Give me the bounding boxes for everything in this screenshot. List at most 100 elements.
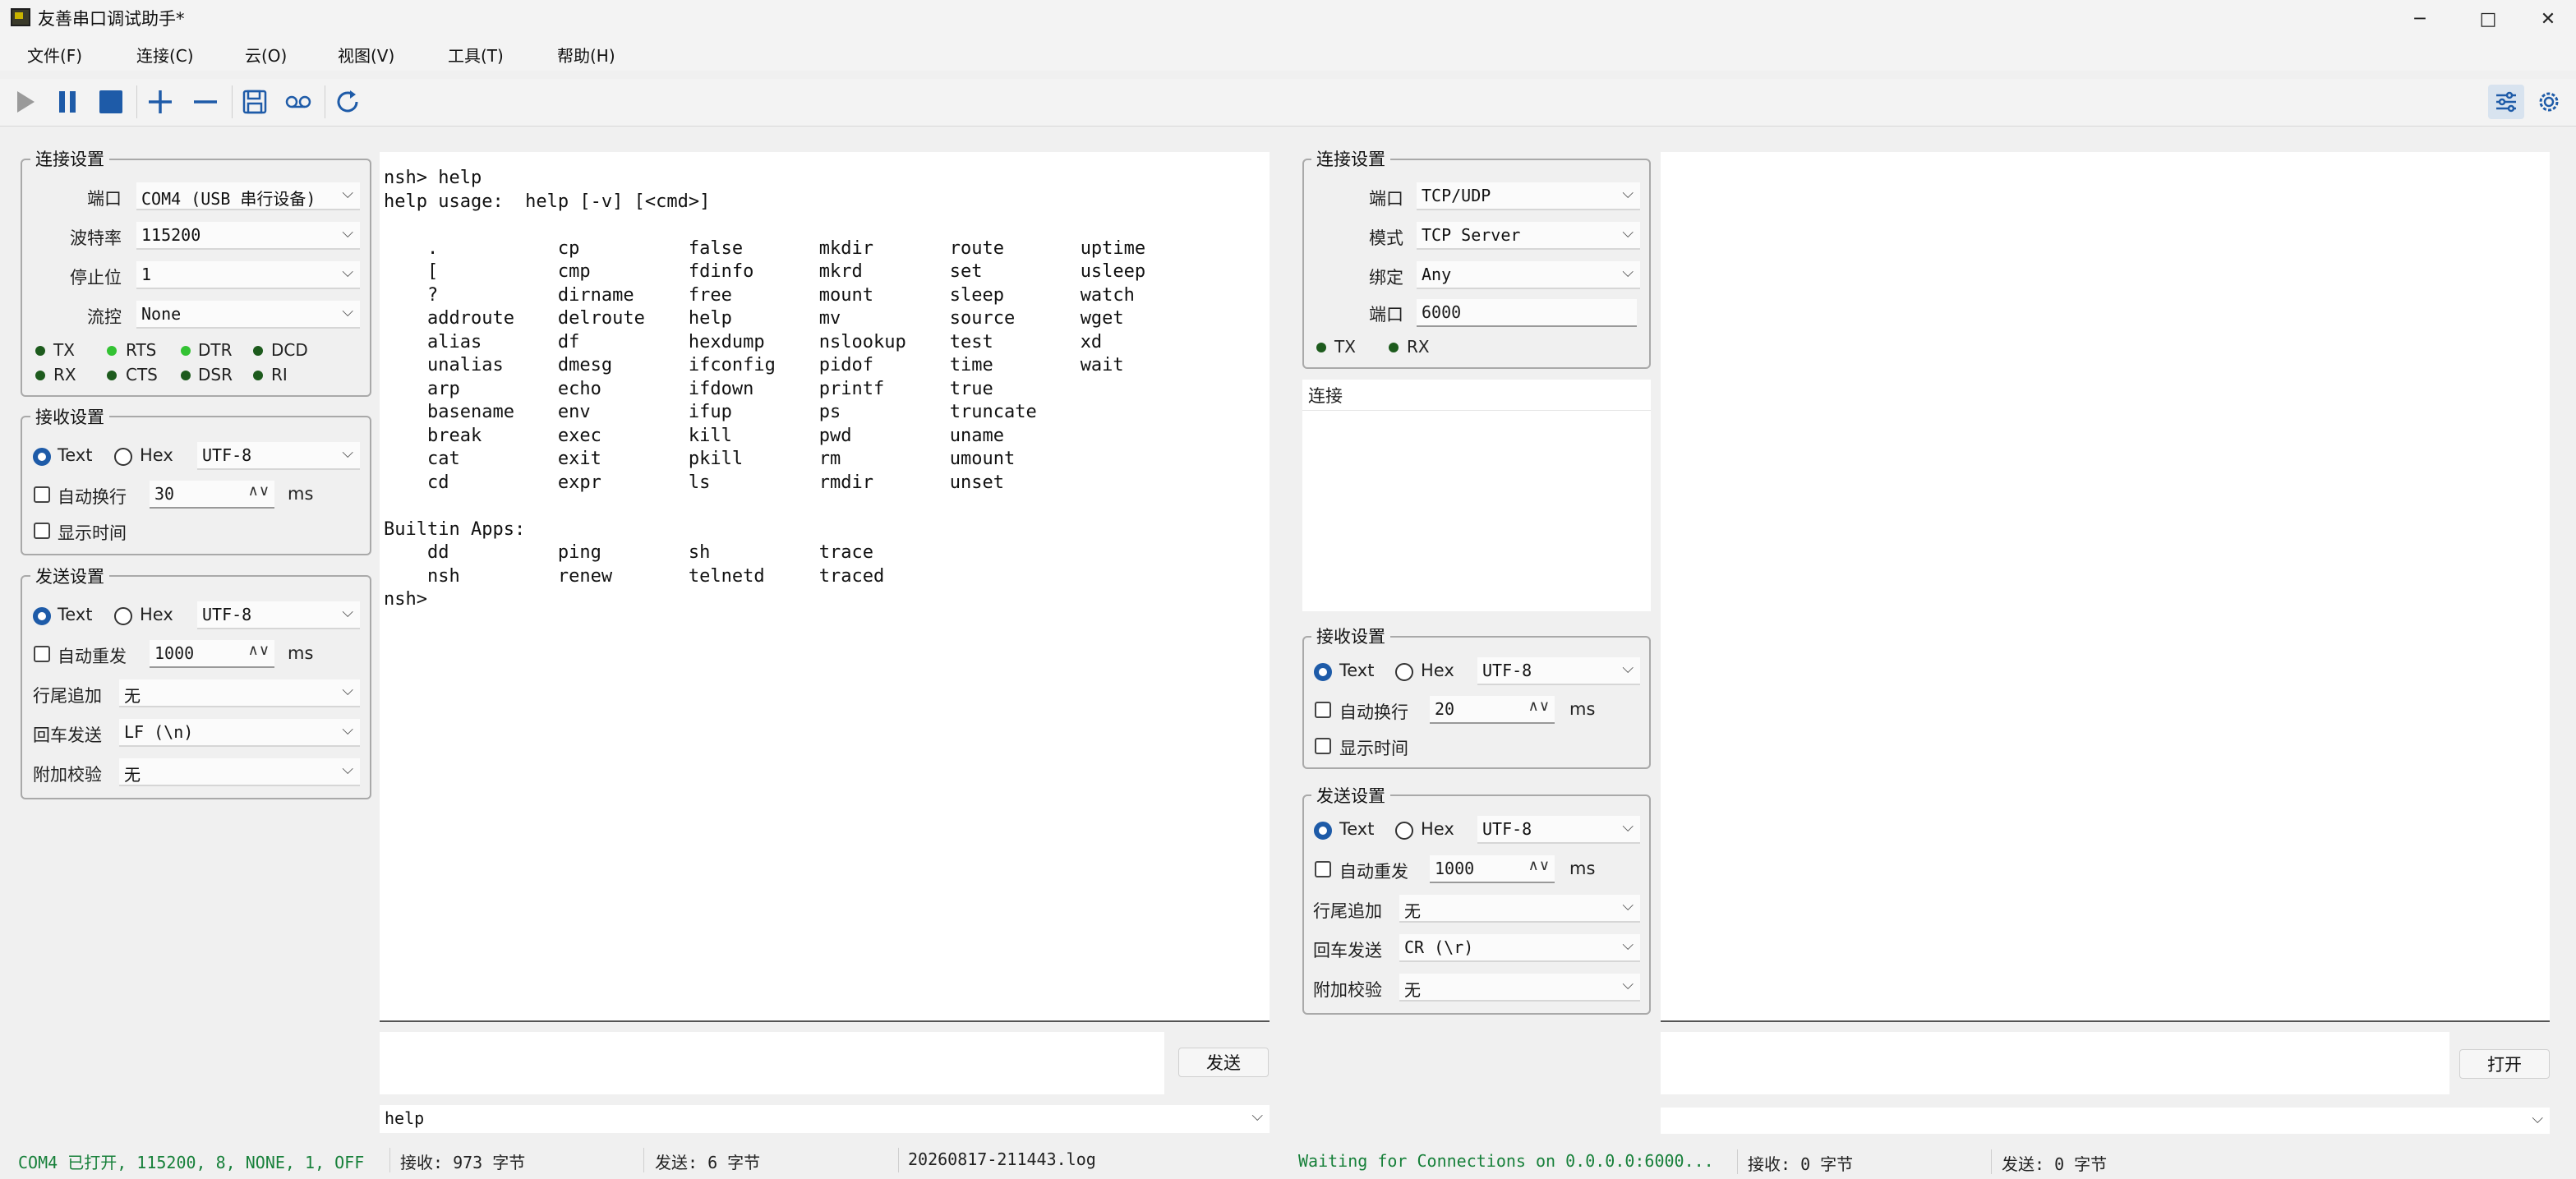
menu-help[interactable]: 帮助(H)	[557, 43, 615, 67]
minimize-icon[interactable]: ─	[2391, 0, 2449, 38]
send-button[interactable]: 发送	[1178, 1048, 1269, 1077]
send-hex-radio[interactable]	[114, 607, 132, 625]
tx-label: TX	[53, 340, 75, 360]
r-checksum-select[interactable]: 无 ⌵	[1399, 974, 1640, 1002]
status-separator	[389, 1148, 390, 1172]
status-separator	[1737, 1149, 1738, 1174]
dsr-label: DSR	[198, 365, 233, 385]
ri-led	[253, 371, 263, 380]
r-enter-select[interactable]: CR (\r) ⌵	[1399, 934, 1640, 962]
ms-label: ms	[288, 484, 314, 504]
rx-label: RX	[53, 365, 76, 385]
r-recv-wrap-label: 自动换行	[1339, 702, 1408, 722]
r-send-text-radio[interactable]	[1314, 822, 1332, 840]
record-icon[interactable]	[280, 85, 316, 119]
r-port-select[interactable]: TCP/UDP ⌵	[1417, 182, 1640, 210]
dcd-led	[253, 346, 263, 356]
right-recv-count: 接收: 0 字节	[1748, 1154, 1854, 1174]
menu-tools[interactable]: 工具(T)	[448, 43, 504, 67]
r-recv-hex-radio[interactable]	[1395, 663, 1413, 681]
save-icon[interactable]	[237, 85, 273, 119]
group-title: 发送设置	[1311, 783, 1390, 808]
r-history-combo[interactable]: ⌵	[1661, 1108, 2550, 1134]
connection-list[interactable]	[1302, 380, 1651, 611]
send-input[interactable]	[380, 1032, 1164, 1094]
r-eol-select[interactable]: 无 ⌵	[1399, 895, 1640, 923]
send-hex-label: Hex	[140, 605, 173, 624]
rts-led	[107, 346, 117, 356]
send-repeat-checkbox[interactable]	[34, 646, 50, 662]
r-tx-label: TX	[1334, 337, 1356, 357]
recv-wrap-label: 自动换行	[58, 487, 127, 507]
recv-show-time-checkbox[interactable]	[34, 523, 50, 539]
send-encoding-select[interactable]: UTF-8 ⌵	[197, 601, 360, 629]
ri-label: RI	[271, 365, 288, 385]
stopbits-select[interactable]: 1 ⌵	[136, 261, 360, 289]
r-send-encoding-select[interactable]: UTF-8 ⌵	[1477, 816, 1640, 844]
enter-select[interactable]: LF (\n) ⌵	[119, 719, 360, 747]
group-title: 发送设置	[30, 564, 109, 588]
settings-sliders-icon[interactable]	[2488, 85, 2524, 119]
r-recv-show-time-checkbox[interactable]	[1315, 738, 1331, 754]
play-icon[interactable]	[7, 85, 43, 119]
send-repeat-label: 自动重发	[58, 647, 127, 666]
mode-label: 模式	[1369, 228, 1403, 248]
flow-select[interactable]: None ⌵	[136, 301, 360, 329]
recv-hex-radio[interactable]	[114, 448, 132, 466]
r-recv-wrap-spinbox[interactable]: 20 ∧∨	[1430, 696, 1555, 724]
history-combo[interactable]: help ⌵	[380, 1105, 1270, 1133]
receive-terminal[interactable]: nsh> help help usage: help [-v] [<cmd>] …	[380, 152, 1270, 1020]
menu-file[interactable]: 文件(F)	[27, 43, 82, 67]
menu-connect[interactable]: 连接(C)	[136, 43, 194, 67]
port-number-input[interactable]: 6000	[1417, 299, 1637, 327]
dsr-led	[181, 371, 191, 380]
checksum-select[interactable]: 无 ⌵	[119, 758, 360, 786]
port-select[interactable]: COM4 (USB 串行设备) ⌵	[136, 182, 360, 210]
r-rx-label: RX	[1407, 337, 1430, 357]
pause-icon[interactable]	[49, 85, 85, 119]
recv-wrap-spinbox[interactable]: 30 ∧∨	[150, 481, 274, 509]
r-send-repeat-checkbox[interactable]	[1315, 861, 1331, 877]
right-send-count: 发送: 0 字节	[2002, 1154, 2108, 1174]
stop-icon[interactable]	[93, 85, 129, 119]
r-recv-text-radio[interactable]	[1314, 663, 1332, 681]
send-repeat-spinbox[interactable]: 1000 ∧∨	[150, 640, 274, 668]
splitter[interactable]	[380, 1020, 1270, 1022]
recv-text-radio[interactable]	[33, 448, 51, 466]
dcd-label: DCD	[271, 340, 308, 360]
recv-encoding-select[interactable]: UTF-8 ⌵	[197, 442, 360, 470]
group-title: 接收设置	[1311, 624, 1390, 648]
r-send-hex-radio[interactable]	[1395, 822, 1413, 840]
r-recv-wrap-checkbox[interactable]	[1315, 702, 1331, 718]
maximize-icon[interactable]: □	[2459, 0, 2517, 38]
menu-cloud[interactable]: 云(O)	[245, 43, 287, 67]
send-text-radio[interactable]	[33, 607, 51, 625]
send-text-label: Text	[58, 605, 93, 624]
log-file[interactable]: 20260817-211443.log	[908, 1149, 1096, 1169]
remove-icon[interactable]	[187, 85, 223, 119]
splitter[interactable]	[1661, 1020, 2550, 1022]
mode-select[interactable]: TCP Server ⌵	[1417, 222, 1640, 250]
r-recv-encoding-select[interactable]: UTF-8 ⌵	[1477, 657, 1640, 685]
r-receive-terminal[interactable]	[1661, 152, 2550, 1020]
r-send-repeat-spinbox[interactable]: 1000 ∧∨	[1430, 855, 1555, 883]
left-send-count: 发送: 6 字节	[655, 1153, 761, 1172]
r-eol-label: 行尾追加	[1313, 901, 1382, 921]
recv-wrap-checkbox[interactable]	[34, 486, 50, 503]
close-icon[interactable]: ✕	[2519, 0, 2576, 38]
open-button[interactable]: 打开	[2459, 1049, 2550, 1079]
bind-select[interactable]: Any ⌵	[1417, 261, 1640, 289]
baud-select[interactable]: 115200 ⌵	[136, 222, 360, 250]
menu-view[interactable]: 视图(V)	[338, 43, 394, 67]
add-icon[interactable]	[142, 85, 178, 119]
gear-icon[interactable]	[2531, 85, 2567, 119]
ms-label: ms	[1569, 699, 1596, 719]
left-port-status: COM4 已打开, 115200, 8, NONE, 1, OFF	[18, 1153, 365, 1172]
eol-select[interactable]: 无 ⌵	[119, 679, 360, 707]
cts-led	[107, 371, 117, 380]
toolbar-separator	[232, 85, 233, 118]
port-label: 端口	[87, 189, 122, 209]
refresh-icon[interactable]	[329, 85, 366, 119]
r-send-input[interactable]	[1661, 1032, 2449, 1094]
enter-label: 回车发送	[33, 725, 102, 745]
